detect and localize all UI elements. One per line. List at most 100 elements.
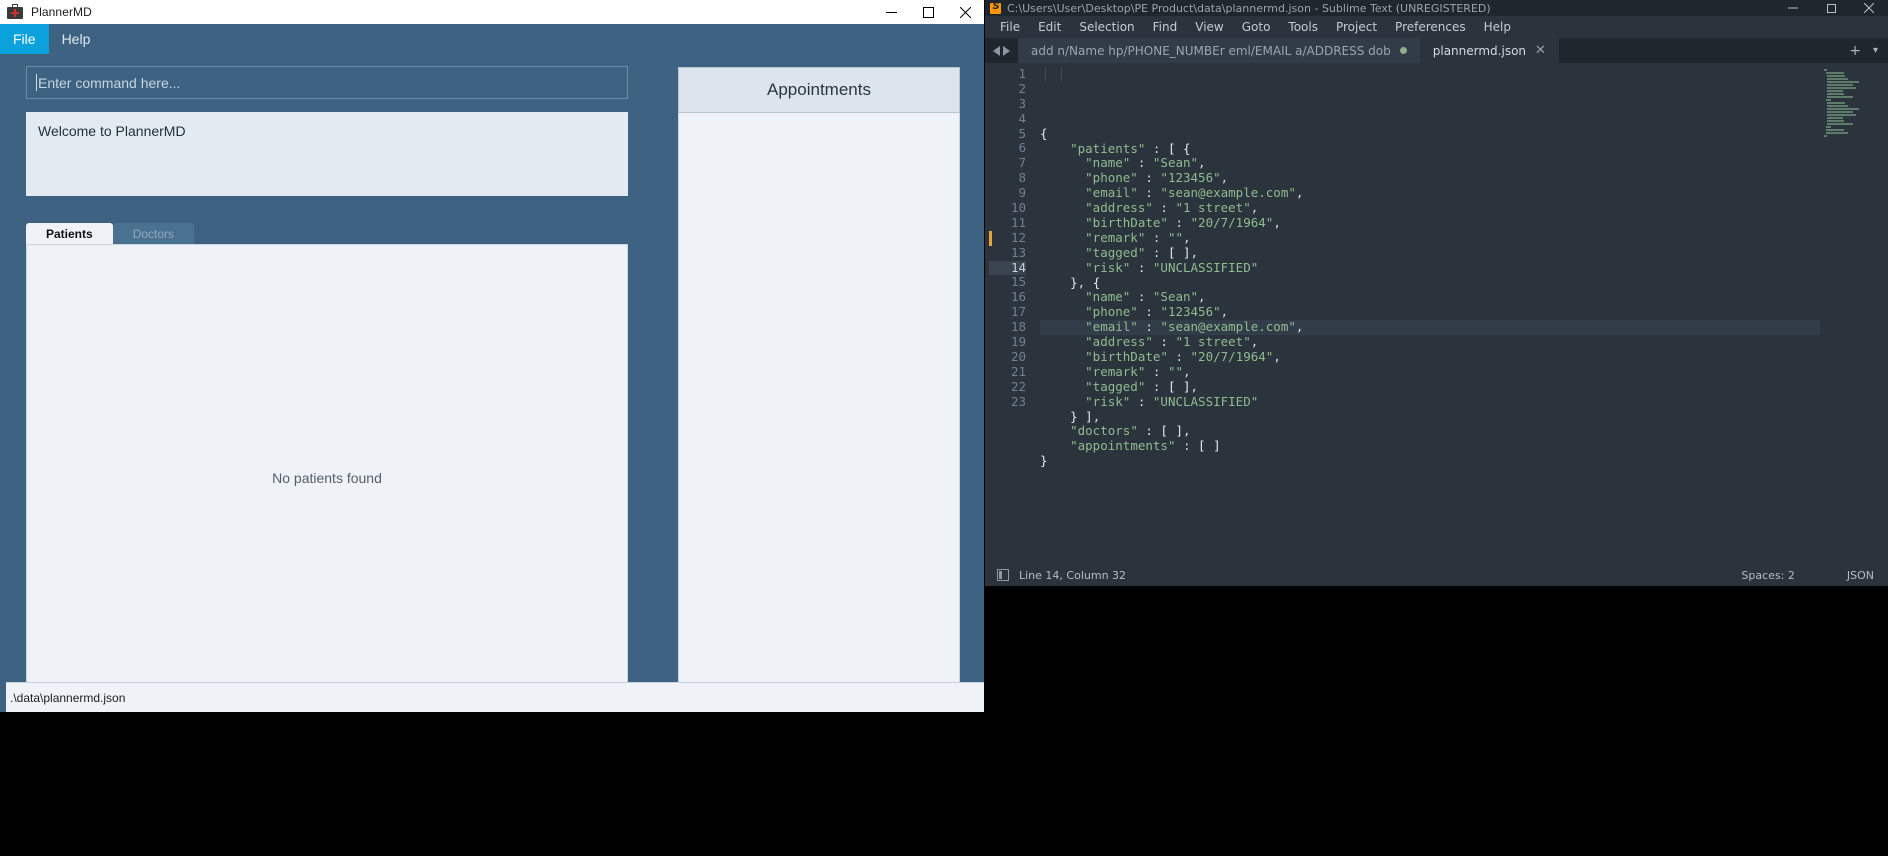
minimap-line bbox=[1827, 111, 1853, 113]
sublime-tabbar: add n/Name hp/PHONE_NUMBEr eml/EMAIL a/A… bbox=[985, 38, 1888, 63]
plannermd-titlebar[interactable]: PlannerMD bbox=[0, 0, 984, 24]
code-line[interactable]: "patients" : [ { bbox=[1040, 141, 1820, 157]
new-tab-icon[interactable]: + bbox=[1849, 43, 1861, 59]
close-button[interactable] bbox=[1850, 0, 1888, 16]
code-content[interactable]: { "patients" : [ { "name" : "Sean", "pho… bbox=[1035, 67, 1820, 564]
chevron-down-icon[interactable]: ▾ bbox=[1873, 45, 1878, 56]
maximize-button[interactable] bbox=[1812, 0, 1850, 16]
sublime-window-controls bbox=[1774, 0, 1888, 16]
minimap-line bbox=[1827, 93, 1844, 95]
code-line[interactable]: "risk" : "UNCLASSIFIED" bbox=[1040, 394, 1820, 410]
line-number: 4 bbox=[1018, 110, 1026, 126]
line-number: 15 bbox=[1010, 274, 1026, 290]
line-number: 20 bbox=[1010, 348, 1026, 364]
menu-goto[interactable]: Goto bbox=[1233, 16, 1280, 38]
syntax-mode[interactable]: JSON bbox=[1847, 569, 1874, 582]
menu-file[interactable]: File bbox=[991, 16, 1029, 38]
minimap-line bbox=[1827, 108, 1860, 110]
appointments-header: Appointments bbox=[678, 67, 960, 113]
code-line[interactable]: { bbox=[1040, 126, 1820, 142]
menu-find-label: Find bbox=[1152, 20, 1178, 34]
prev-tab-icon[interactable] bbox=[993, 45, 1000, 56]
tab-nav-arrows[interactable] bbox=[985, 38, 1018, 63]
code-line[interactable]: "name" : "Sean", bbox=[1040, 155, 1820, 171]
tab-patients[interactable]: Patients bbox=[26, 223, 113, 244]
minimap[interactable] bbox=[1820, 63, 1888, 564]
next-tab-icon[interactable] bbox=[1003, 45, 1010, 56]
code-line[interactable]: "phone" : "123456", bbox=[1040, 170, 1820, 186]
minimap-line bbox=[1827, 96, 1853, 98]
menu-edit[interactable]: Edit bbox=[1029, 16, 1070, 38]
code-line[interactable]: "remark" : "", bbox=[1040, 364, 1820, 380]
patient-list-panel[interactable]: No patients found bbox=[26, 244, 628, 712]
code-line[interactable]: "email" : "sean@example.com", bbox=[1040, 319, 1820, 336]
code-line[interactable]: "email" : "sean@example.com", bbox=[1040, 185, 1820, 201]
code-line[interactable]: } ], bbox=[1040, 409, 1820, 425]
unsaved-dot-icon bbox=[1399, 47, 1407, 54]
code-line[interactable]: "address" : "1 street", bbox=[1040, 200, 1820, 216]
minimap-line bbox=[1827, 84, 1853, 86]
minimize-button[interactable] bbox=[873, 0, 910, 24]
code-line[interactable]: "appointments" : [ ] bbox=[1040, 438, 1820, 454]
code-line[interactable]: "phone" : "123456", bbox=[1040, 304, 1820, 320]
code-line[interactable]: "remark" : "", bbox=[1040, 230, 1820, 246]
menu-find[interactable]: Find bbox=[1144, 16, 1187, 38]
menu-file[interactable]: File bbox=[0, 24, 49, 54]
plannermd-left-column: Enter command here... Welcome to Planner… bbox=[26, 66, 628, 712]
line-number: 14 bbox=[989, 260, 1026, 276]
appointments-list[interactable] bbox=[678, 113, 960, 712]
menu-tools-label: Tools bbox=[1288, 20, 1318, 34]
desktop-background-left bbox=[0, 712, 985, 856]
line-number: 3 bbox=[1018, 95, 1026, 111]
sublime-window: C:\Users\User\Desktop\PE Product\data\pl… bbox=[985, 0, 1888, 586]
tab-doctors[interactable]: Doctors bbox=[112, 223, 195, 244]
line-number: 16 bbox=[1010, 289, 1026, 305]
minimize-button[interactable] bbox=[1774, 0, 1812, 16]
save-location-text: .\data\plannermd.json bbox=[10, 690, 126, 705]
menu-selection[interactable]: Selection bbox=[1070, 16, 1143, 38]
menu-view[interactable]: View bbox=[1186, 16, 1232, 38]
minimap-line bbox=[1827, 78, 1849, 80]
code-line[interactable]: "tagged" : [ ], bbox=[1040, 245, 1820, 261]
editor-tab-plannermd-json[interactable]: plannermd.json ✕ bbox=[1419, 38, 1559, 63]
sublime-titlebar[interactable]: C:\Users\User\Desktop\PE Product\data\pl… bbox=[985, 0, 1888, 16]
sidebar-toggle-icon[interactable] bbox=[997, 569, 1009, 581]
code-line[interactable]: "risk" : "UNCLASSIFIED" bbox=[1040, 260, 1820, 276]
code-line[interactable]: }, { bbox=[1040, 275, 1820, 291]
editor-tab-find-panel[interactable]: add n/Name hp/PHONE_NUMBEr eml/EMAIL a/A… bbox=[1018, 38, 1420, 63]
close-button[interactable] bbox=[947, 0, 984, 24]
menu-help[interactable]: Help bbox=[49, 24, 104, 54]
plannermd-window-controls bbox=[873, 0, 984, 24]
line-number: 11 bbox=[1010, 214, 1026, 230]
menu-preferences[interactable]: Preferences bbox=[1386, 16, 1475, 38]
code-line[interactable]: "name" : "Sean", bbox=[1040, 289, 1820, 305]
indent-setting[interactable]: Spaces: 2 bbox=[1741, 569, 1794, 582]
code-editor[interactable]: 1 2 3 4 5 6 7 8 9 10 11 12 13 14 15 16 17 18 19 20 21 22 23 { … bbox=[989, 63, 1820, 564]
medical-bag-icon bbox=[7, 4, 23, 20]
line-number: 9 bbox=[1018, 185, 1026, 201]
maximize-button[interactable] bbox=[910, 0, 947, 24]
minimap-line bbox=[1826, 126, 1831, 128]
minimap-line bbox=[1824, 135, 1827, 137]
code-line[interactable]: "tagged" : [ ], bbox=[1040, 379, 1820, 395]
menu-edit-label: Edit bbox=[1038, 20, 1062, 34]
line-number: 12 bbox=[989, 230, 1026, 246]
menu-help[interactable]: Help bbox=[1475, 16, 1520, 38]
menu-project-label: Project bbox=[1335, 20, 1378, 34]
minimap-line bbox=[1827, 123, 1853, 125]
code-line[interactable]: "address" : "1 street", bbox=[1040, 334, 1820, 350]
code-line[interactable]: "doctors" : [ ], bbox=[1040, 423, 1820, 439]
minimap-line bbox=[1827, 117, 1843, 119]
code-line[interactable]: "birthDate" : "20/7/1964", bbox=[1040, 349, 1820, 365]
menu-project[interactable]: Project bbox=[1327, 16, 1386, 38]
menu-tools[interactable]: Tools bbox=[1279, 16, 1327, 38]
code-line[interactable]: } bbox=[1040, 453, 1820, 469]
menu-selection-label: Selection bbox=[1079, 20, 1135, 34]
close-icon[interactable]: ✕ bbox=[1535, 44, 1546, 57]
menu-preferences-label: Preferences bbox=[1395, 20, 1466, 34]
menu-help-label: Help bbox=[1483, 20, 1511, 34]
minimap-line bbox=[1827, 81, 1860, 83]
line-number: 6 bbox=[1018, 140, 1026, 156]
command-input[interactable]: Enter command here... bbox=[26, 66, 628, 99]
code-line[interactable]: "birthDate" : "20/7/1964", bbox=[1040, 215, 1820, 231]
